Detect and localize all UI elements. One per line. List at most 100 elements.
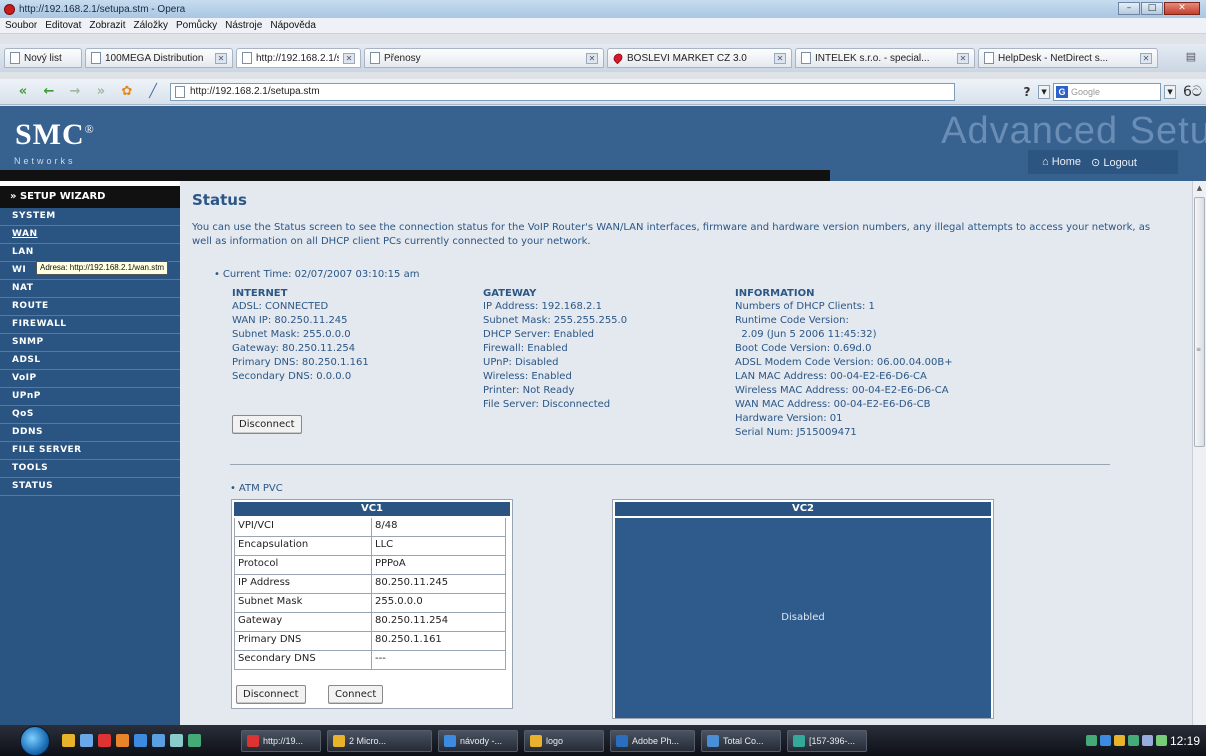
info-line: 2.09 (Jun 5 2006 11:45:32) [735,329,877,340]
forward-icon[interactable]: → [66,84,84,100]
messenger-icon[interactable] [170,734,183,747]
sidebar-item-voip[interactable]: VoIP [0,370,180,388]
tab-intelek[interactable]: INTELEK s.r.o. - special... ✕ [795,48,975,68]
window-title: http://192.168.2.1/setupa.stm - Opera [19,3,186,15]
tray-icon[interactable] [1113,735,1125,746]
desktop-icon[interactable] [80,734,93,747]
info-line: ADSL Modem Code Version: 06.00.04.00B+ [735,357,953,368]
minimize-button[interactable]: – [1118,2,1140,15]
chevron-down-icon[interactable]: ▼ [1038,85,1051,99]
menu-edit[interactable]: Editovat [45,20,81,31]
logout-link[interactable]: ⊙ Logout [1091,156,1137,169]
url-input[interactable]: http://192.168.2.1/setupa.stm [170,82,955,101]
internet-disconnect-button[interactable]: Disconnect [232,415,302,434]
sidebar-item-lan[interactable]: LAN [0,244,180,262]
sidebar-item-status[interactable]: STATUS [0,478,180,496]
page-icon [175,85,185,98]
close-button[interactable]: ✕ [1164,2,1200,15]
task-navody[interactable]: návody -... [438,729,518,752]
sidebar-item-setup-wizard[interactable]: » SETUP WIZARD [0,186,180,208]
vc1-connect-button[interactable]: Connect [328,685,384,704]
fast-forward-icon[interactable]: » [92,84,110,100]
sidebar-item-firewall[interactable]: FIREWALL [0,316,180,334]
search-input[interactable]: G Google [1053,83,1162,101]
current-time: • Current Time: 02/07/2007 03:10:15 am [214,269,420,280]
tab-helpdesk[interactable]: HelpDesk - NetDirect s... ✕ [978,48,1158,68]
home-icon[interactable]: ✿ [118,84,136,100]
page-title: Status [192,191,247,209]
sidebar-item-snmp[interactable]: SNMP [0,334,180,352]
page-icon [801,52,811,64]
sidebar-item-qos[interactable]: QoS [0,406,180,424]
tab-boslevi[interactable]: BOSLEVI MARKET CZ 3.0 ✕ [607,48,792,68]
tab-new[interactable]: Nový list [4,48,82,68]
task-adobe[interactable]: Adobe Ph... [610,729,695,752]
menu-tools[interactable]: Nástroje [225,20,262,31]
tab-label: Přenosy [384,52,421,64]
info-line: Serial Num: J515009471 [735,427,857,438]
task-157[interactable]: [157-396-... [787,729,867,752]
close-tab-icon[interactable]: ✕ [343,52,355,64]
app-icon[interactable] [188,734,201,747]
sidebar-item-file-server[interactable]: FILE SERVER [0,442,180,460]
search-dropdown-icon[interactable]: ▼ [1164,85,1177,99]
sidebar-item-upnp[interactable]: UPnP [0,388,180,406]
tray-icon[interactable] [1099,735,1111,746]
menu-view[interactable]: Zobrazit [89,20,125,31]
sidebar-item-adsl[interactable]: ADSL [0,352,180,370]
close-tab-icon[interactable]: ✕ [215,52,227,64]
save-icon[interactable] [152,734,165,747]
glasses-icon[interactable]: 6ට [1183,84,1202,100]
link-tooltip: Adresa: http://192.168.2.1/wan.stm [36,261,169,275]
sidebar-item-wan[interactable]: WAN [0,226,180,244]
mail-icon[interactable] [116,734,129,747]
ie-icon[interactable] [134,734,147,747]
sidebar-item-nat[interactable]: NAT [0,280,180,298]
sidebar-item-system[interactable]: SYSTEM [0,208,180,226]
maximize-button[interactable]: □ [1141,2,1163,15]
scrollbar-thumb[interactable] [1194,197,1205,447]
help-button[interactable]: ? [1019,84,1035,100]
network-icon[interactable] [1141,735,1153,746]
url-text: http://192.168.2.1/setupa.stm [190,86,320,97]
vc1-disconnect-button[interactable]: Disconnect [236,685,306,704]
page-scrollbar[interactable]: ▲ ≡ [1192,181,1206,725]
tab-100mega[interactable]: 100MEGA Distribution ✕ [85,48,233,68]
close-tab-icon[interactable]: ✕ [586,52,598,64]
task-micro[interactable]: 2 Micro... [327,729,432,752]
sidebar-item-route[interactable]: ROUTE [0,298,180,316]
tray-icon[interactable] [1127,735,1139,746]
info-line: Wireless MAC Address: 00-04-E2-E6-D6-CA [735,385,949,396]
table-row: Subnet Mask 255.0.0.0 [234,594,510,613]
folder-icon[interactable] [62,734,75,747]
sidebar-item-tools[interactable]: TOOLS [0,460,180,478]
clock[interactable]: 12:19 [1170,734,1200,748]
tray-icon[interactable] [1085,735,1097,746]
gateway-line: File Server: Disconnected [483,399,611,410]
menu-file[interactable]: Soubor [5,20,37,31]
tab-setup[interactable]: http://192.168.2.1/setup... ✕ [236,48,361,68]
volume-icon[interactable] [1155,735,1167,746]
tab-label: Nový list [24,52,62,64]
task-opera[interactable]: http://19... [241,729,321,752]
main-content: Status You can use the Status screen to … [180,181,1192,725]
task-logo[interactable]: logo [524,729,604,752]
trash-icon[interactable]: ▤ [1180,50,1202,66]
wand-icon[interactable]: ╱ [144,84,162,100]
back-icon[interactable]: ← [40,84,58,100]
close-tab-icon[interactable]: ✕ [1140,52,1152,64]
task-total[interactable]: Total Co... [701,729,781,752]
scroll-up-icon[interactable]: ▲ [1193,181,1206,195]
menu-bookmarks[interactable]: Záložky [134,20,168,31]
rewind-icon[interactable]: « [14,84,32,100]
home-link[interactable]: ⌂ Home [1042,156,1081,168]
close-tab-icon[interactable]: ✕ [957,52,969,64]
menu-help[interactable]: Nápověda [270,20,316,31]
opera-icon[interactable] [98,734,111,747]
menu-widgets[interactable]: Pomůcky [176,20,217,31]
tab-transfers[interactable]: Přenosy ✕ [364,48,604,68]
start-button[interactable] [20,725,50,756]
sidebar-item-ddns[interactable]: DDNS [0,424,180,442]
close-tab-icon[interactable]: ✕ [774,52,786,64]
table-row: IP Address 80.250.11.245 [234,575,510,594]
